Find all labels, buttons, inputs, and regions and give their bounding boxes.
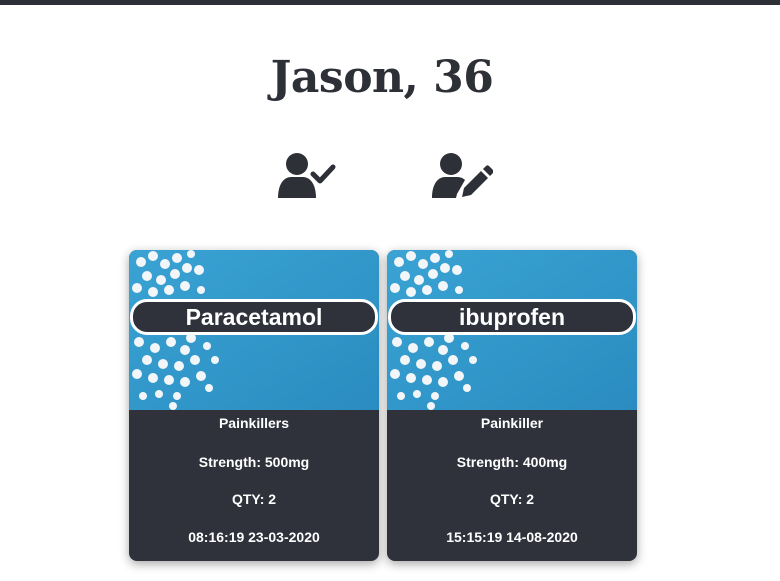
medication-name: Paracetamol (130, 299, 378, 335)
page-title: Jason, 36 (270, 52, 494, 103)
medication-timestamp: 08:16:19 23-03-2020 (188, 529, 320, 545)
medication-strength: Strength: 400mg (456, 454, 568, 470)
medication-details: Painkiller Strength: 400mg QTY: 2 15:15:… (387, 410, 637, 561)
medication-strength: Strength: 500mg (198, 454, 310, 470)
medication-details: Painkillers Strength: 500mg QTY: 2 08:16… (129, 410, 379, 561)
medication-name: ibuprofen (388, 299, 636, 335)
medication-qty: QTY: 2 (231, 491, 277, 507)
top-bar (0, 0, 780, 5)
user-check-icon (278, 153, 336, 198)
medication-category: Painkiller (480, 415, 544, 431)
medication-category: Painkillers (218, 415, 290, 431)
confirm-user-button[interactable] (276, 150, 338, 202)
medication-timestamp: 15:15:19 14-08-2020 (446, 529, 578, 545)
edit-user-button[interactable] (431, 150, 493, 202)
user-edit-icon (432, 153, 493, 198)
medication-qty: QTY: 2 (489, 491, 535, 507)
medication-card[interactable]: Paracetamol Painkillers Strength: 500mg … (129, 250, 379, 561)
medication-card[interactable]: ibuprofen Painkiller Strength: 400mg QTY… (387, 250, 637, 561)
